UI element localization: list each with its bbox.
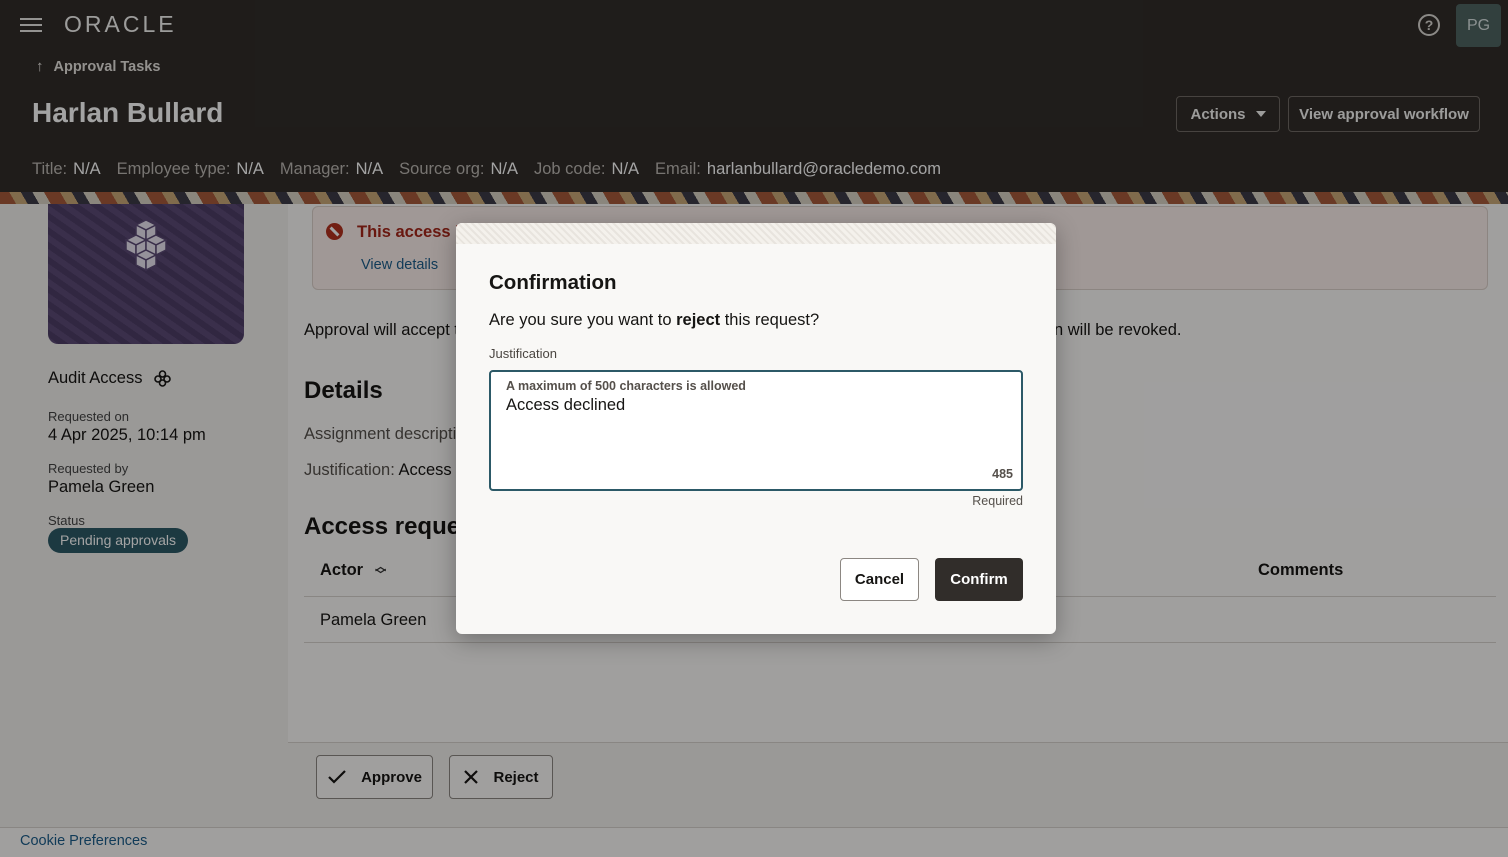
confirm-button[interactable]: Confirm	[935, 558, 1023, 601]
dialog-header-pattern	[456, 223, 1056, 244]
textarea-hint: A maximum of 500 characters is allowed	[506, 379, 746, 393]
dialog-message: Are you sure you want to reject this req…	[489, 311, 820, 329]
justification-textarea[interactable]: A maximum of 500 characters is allowed A…	[489, 370, 1023, 491]
character-counter: 485	[992, 467, 1013, 481]
justification-field-label: Justification	[489, 346, 557, 361]
cancel-button[interactable]: Cancel	[840, 558, 919, 601]
textarea-value[interactable]: Access declined	[506, 396, 625, 415]
dialog-title: Confirmation	[489, 271, 617, 294]
required-indicator: Required	[972, 494, 1023, 508]
confirmation-dialog: Confirmation Are you sure you want to re…	[456, 223, 1056, 634]
